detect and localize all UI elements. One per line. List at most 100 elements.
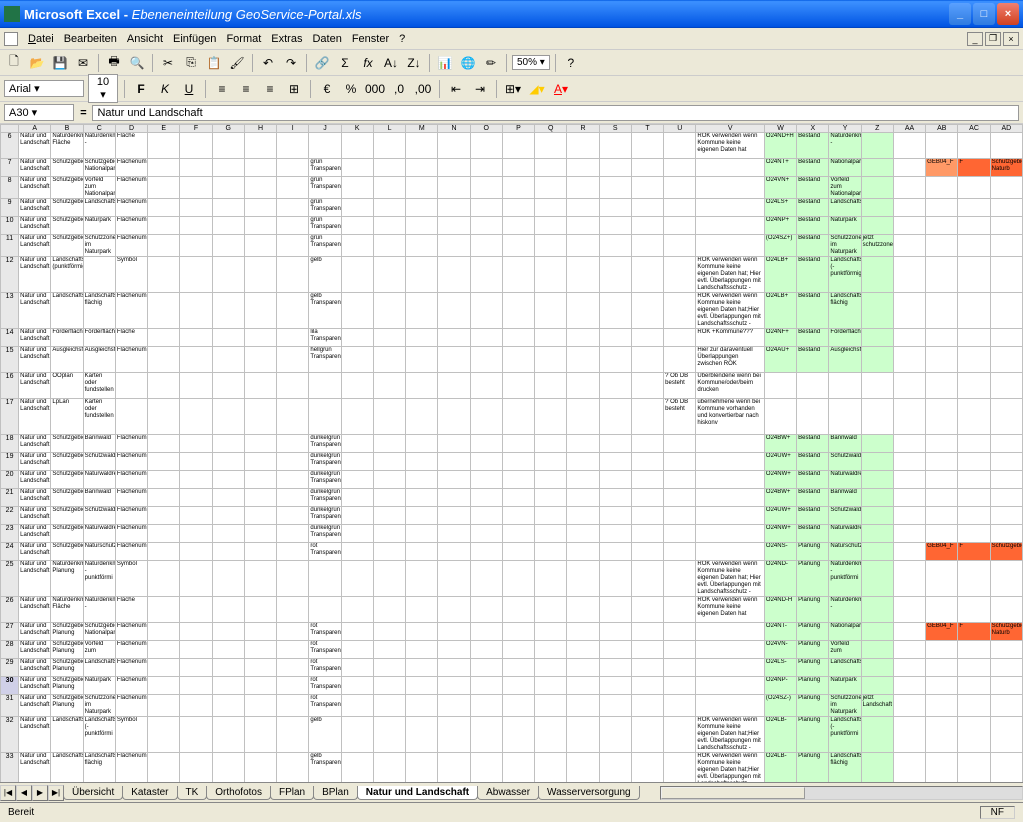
cell[interactable]: Bestand <box>797 347 829 373</box>
cell[interactable]: O24NP- <box>764 677 796 695</box>
col-header-Z[interactable]: Z <box>861 125 893 133</box>
cell[interactable] <box>631 597 663 623</box>
cell[interactable] <box>926 133 958 159</box>
cell[interactable] <box>502 561 534 597</box>
cell[interactable]: Natur und Landschaft <box>19 453 51 471</box>
row-header[interactable]: 33 <box>1 753 19 783</box>
dec-indent-icon[interactable]: ⇤ <box>446 79 466 99</box>
cell[interactable] <box>535 257 567 293</box>
cell[interactable]: Natur und Landschaft <box>19 543 51 561</box>
cell[interactable] <box>696 543 765 561</box>
row-header[interactable]: 7 <box>1 159 19 177</box>
cell[interactable]: Planung <box>797 717 829 753</box>
cell[interactable] <box>406 347 438 373</box>
cell[interactable] <box>277 561 309 597</box>
cell[interactable]: Bestand <box>797 471 829 489</box>
cell[interactable]: Schutzgebiete Naturb <box>990 159 1022 177</box>
cell[interactable] <box>926 471 958 489</box>
cell[interactable] <box>277 133 309 159</box>
cell[interactable]: grün Transparent <box>309 199 341 217</box>
cell[interactable] <box>438 525 470 543</box>
cell[interactable]: grün Transparent <box>309 177 341 199</box>
cell[interactable]: Natur und Landschaft <box>19 329 51 347</box>
cell[interactable] <box>148 525 180 543</box>
cell[interactable] <box>696 235 765 257</box>
cell[interactable] <box>861 641 893 659</box>
cell[interactable] <box>309 373 341 399</box>
cell[interactable]: (O24SZ-) <box>764 695 796 717</box>
cell[interactable]: Naturwaldreservat <box>829 525 861 543</box>
cell[interactable]: ÖÖplan <box>51 373 83 399</box>
cell[interactable]: O24NW+ <box>764 525 796 543</box>
cell[interactable]: Naturdenkmal - <box>83 597 115 623</box>
cell[interactable] <box>535 347 567 373</box>
cell[interactable] <box>958 597 990 623</box>
cell[interactable] <box>664 177 696 199</box>
menu-extras[interactable]: Extras <box>271 33 302 45</box>
cell[interactable] <box>664 159 696 177</box>
cell[interactable]: Ausgleichsflächen <box>51 347 83 373</box>
cell[interactable] <box>470 471 502 489</box>
cell[interactable] <box>502 507 534 525</box>
cell[interactable] <box>990 641 1022 659</box>
cell[interactable]: Planung <box>797 641 829 659</box>
tab-nav-last[interactable]: ▶| <box>48 785 64 801</box>
cell[interactable] <box>212 659 244 677</box>
sort-asc-icon[interactable]: A↓ <box>381 53 401 73</box>
cell[interactable] <box>664 525 696 543</box>
cell[interactable] <box>535 133 567 159</box>
cell[interactable] <box>990 597 1022 623</box>
cell[interactable] <box>277 677 309 695</box>
close-button[interactable]: × <box>997 3 1019 25</box>
cell[interactable]: Natur und Landschaft <box>19 373 51 399</box>
cell[interactable]: gelb <box>309 717 341 753</box>
col-header-B[interactable]: B <box>51 125 83 133</box>
cell[interactable]: Schutzzone im Naturpark <box>829 695 861 717</box>
cell[interactable] <box>535 177 567 199</box>
cell[interactable] <box>958 257 990 293</box>
cell[interactable]: O24UW+ <box>764 507 796 525</box>
cell[interactable] <box>893 177 925 199</box>
save-icon[interactable]: 💾 <box>50 53 70 73</box>
cell[interactable]: Naturpark <box>829 677 861 695</box>
row-header[interactable]: 24 <box>1 543 19 561</box>
cell[interactable] <box>926 453 958 471</box>
cell[interactable] <box>470 597 502 623</box>
cell[interactable] <box>148 561 180 597</box>
cell[interactable] <box>341 597 373 623</box>
cell[interactable]: dunkelgrün Transparent <box>309 525 341 543</box>
cell[interactable] <box>599 641 631 659</box>
cell[interactable] <box>244 257 276 293</box>
cell[interactable] <box>599 453 631 471</box>
cell[interactable] <box>926 561 958 597</box>
cell[interactable]: Landschaftsbartandte flächig <box>83 293 115 329</box>
cell[interactable] <box>180 717 212 753</box>
cell[interactable] <box>502 217 534 235</box>
cell[interactable] <box>341 753 373 783</box>
cell[interactable] <box>212 471 244 489</box>
cell[interactable] <box>567 453 599 471</box>
cell[interactable] <box>696 641 765 659</box>
cell[interactable]: Ausgleichsfläche <box>829 347 861 373</box>
cell[interactable]: O24LB+ <box>764 293 796 329</box>
cell[interactable] <box>599 293 631 329</box>
cell[interactable]: Natur und Landschaft <box>19 257 51 293</box>
cell[interactable] <box>277 159 309 177</box>
cell[interactable] <box>277 373 309 399</box>
row-header[interactable]: 31 <box>1 695 19 717</box>
cell[interactable]: Landschaftsbartandte flächig <box>829 293 861 329</box>
cell[interactable] <box>958 133 990 159</box>
cell[interactable]: Symbol <box>115 717 147 753</box>
cell[interactable] <box>861 329 893 347</box>
col-header-F[interactable]: F <box>180 125 212 133</box>
help-icon[interactable]: ? <box>561 53 581 73</box>
cell[interactable] <box>148 159 180 177</box>
cell[interactable] <box>470 489 502 507</box>
cell[interactable] <box>148 489 180 507</box>
cell[interactable]: O24NW+ <box>764 471 796 489</box>
map-icon[interactable]: 🌐 <box>458 53 478 73</box>
cell[interactable]: Bestand <box>797 199 829 217</box>
cell[interactable]: Flächenumring <box>115 293 147 329</box>
cell[interactable]: Landschaftsbartandte <box>51 717 83 753</box>
cell[interactable] <box>244 453 276 471</box>
